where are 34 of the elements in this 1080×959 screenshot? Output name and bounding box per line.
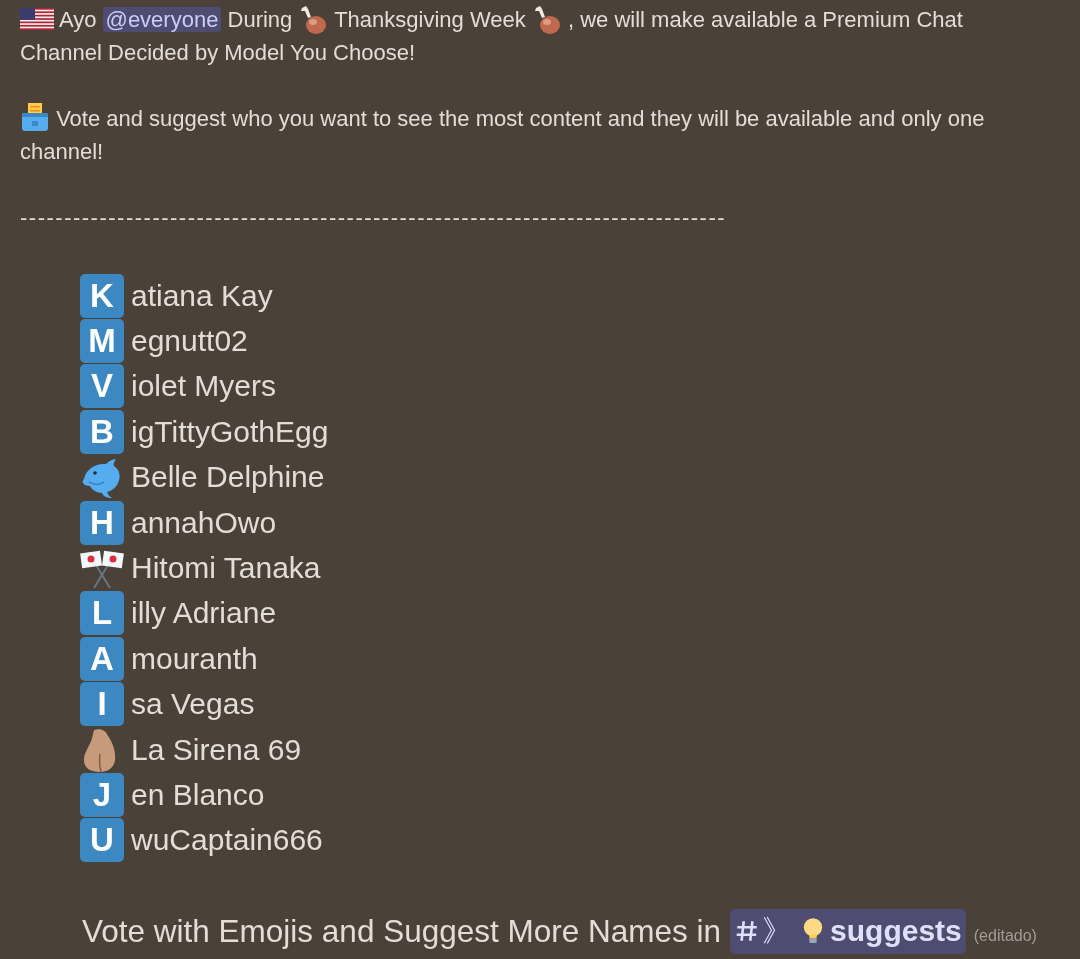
message-text: Ayo @everyone During Thanksgiving Week , we will make available a Premium Chat Channel Decided by Model You Choose! xyxy=(20,4,964,67)
letter-tile: U xyxy=(80,818,124,863)
name-text: iolet Myers xyxy=(131,369,277,404)
drumstick-icon xyxy=(298,5,329,35)
letter-tile: M xyxy=(80,319,124,364)
letter-tile: H xyxy=(80,500,124,545)
letter-tile: A xyxy=(80,636,124,681)
name-text: en Blanco xyxy=(131,778,265,812)
flag-icon xyxy=(20,8,54,30)
message-text: Vote and suggest who you want to see the most content and they will be available and only one channel! xyxy=(20,102,1020,168)
ballot-box-icon xyxy=(20,102,50,132)
name-text: sa Vegas xyxy=(131,687,255,722)
name-text: mouranth xyxy=(131,641,258,676)
letter-tile: V xyxy=(80,364,124,409)
name-text: La Sirena 69 xyxy=(131,732,302,767)
edited-label: (editado) xyxy=(973,927,1037,946)
name-text: annahOwo xyxy=(131,505,277,540)
name-text: Hitomi Tanaka xyxy=(131,551,321,586)
name-text: wuCaptain666 xyxy=(131,823,323,858)
name-text: igTittyGothEgg xyxy=(131,414,329,449)
vote-instruction-text: Vote with Emojis and Suggest More Names in xyxy=(82,912,722,950)
letter-tile: J xyxy=(80,773,124,817)
letter-tile: L xyxy=(80,591,124,636)
everyone-mention[interactable]: @everyone xyxy=(102,7,222,32)
name-text: atiana Kay xyxy=(131,278,273,313)
letter-tile: B xyxy=(80,409,124,454)
name-text: Belle Delphine xyxy=(131,460,325,495)
name-text: egnutt02 xyxy=(131,324,248,359)
name-text: illy Adriane xyxy=(131,596,277,631)
letter-tile: K xyxy=(80,273,124,318)
lightbulb-icon xyxy=(802,917,825,946)
dashed-divider-text: -------------------------------------------------------------------------------- xyxy=(20,205,727,230)
letter-tile: I xyxy=(80,682,124,727)
channel-link[interactable]: 》 suggests xyxy=(730,908,966,954)
